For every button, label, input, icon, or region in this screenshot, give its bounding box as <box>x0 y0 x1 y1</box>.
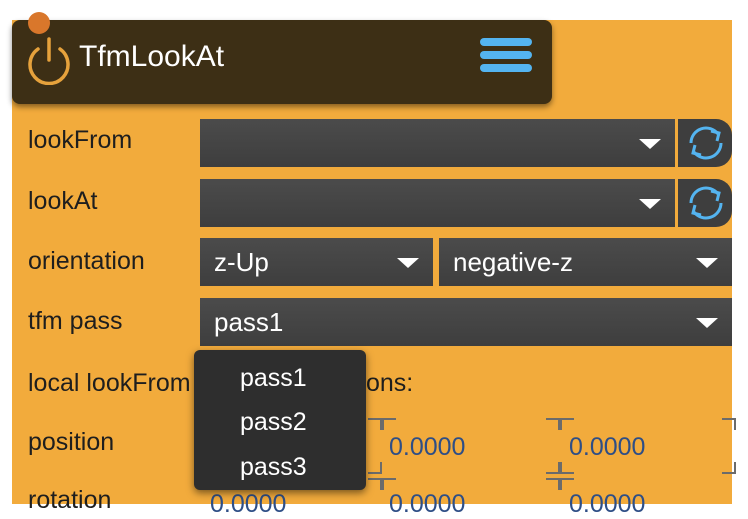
field-corner <box>546 418 560 430</box>
local-section-label-tail: ons: <box>366 369 414 397</box>
field-corner <box>382 418 396 430</box>
rotation-x-field[interactable]: 0.0000 <box>210 490 286 519</box>
lookfrom-label: lookFrom <box>28 126 133 154</box>
refresh-icon <box>689 126 723 160</box>
dropdown-option-pass2[interactable]: pass2 <box>240 408 307 437</box>
chevron-down-icon <box>696 318 718 328</box>
local-section-label: local lookFrom <box>28 369 191 397</box>
field-corner <box>546 462 560 474</box>
power-icon[interactable] <box>25 35 73 85</box>
field-corner <box>368 418 382 430</box>
field-corner <box>722 462 736 474</box>
field-corner <box>382 478 396 490</box>
lookat-select[interactable] <box>200 179 675 227</box>
position-label: position <box>28 428 115 456</box>
tfm-pass-select[interactable]: pass1 <box>200 298 732 346</box>
chevron-down-icon <box>397 258 419 268</box>
tfm-pass-label: tfm pass <box>28 307 123 335</box>
orientation-label: orientation <box>28 247 145 275</box>
field-corner <box>722 418 736 430</box>
field-corner <box>368 462 382 474</box>
rotation-z-field[interactable]: 0.0000 <box>569 490 645 519</box>
refresh-icon <box>689 186 723 220</box>
facing-axis-select[interactable]: negative-z <box>439 238 732 286</box>
field-corner <box>368 478 382 490</box>
lookfrom-refresh-button[interactable] <box>678 119 732 167</box>
field-corner <box>560 418 574 430</box>
status-dot <box>28 12 50 34</box>
lookat-label: lookAt <box>28 187 98 215</box>
chevron-down-icon <box>639 199 661 209</box>
position-y-field[interactable]: 0.0000 <box>389 433 465 462</box>
field-corner <box>560 462 574 474</box>
tfm-pass-dropdown-menu: pass1 pass2 pass3 <box>194 350 366 490</box>
dropdown-option-pass1[interactable]: pass1 <box>240 364 307 393</box>
field-corner <box>560 478 574 490</box>
rotation-y-field[interactable]: 0.0000 <box>389 490 465 519</box>
hamburger-menu-icon[interactable] <box>480 38 532 78</box>
chevron-down-icon <box>639 139 661 149</box>
rotation-label: rotation <box>28 486 112 514</box>
up-axis-select[interactable]: z-Up <box>200 238 433 286</box>
chevron-down-icon <box>696 258 718 268</box>
field-corner <box>546 478 560 490</box>
lookfrom-select[interactable] <box>200 119 675 167</box>
dropdown-option-pass3[interactable]: pass3 <box>240 453 307 482</box>
node-title: TfmLookAt <box>79 40 225 73</box>
position-z-field[interactable]: 0.0000 <box>569 433 645 462</box>
lookat-refresh-button[interactable] <box>678 179 732 227</box>
